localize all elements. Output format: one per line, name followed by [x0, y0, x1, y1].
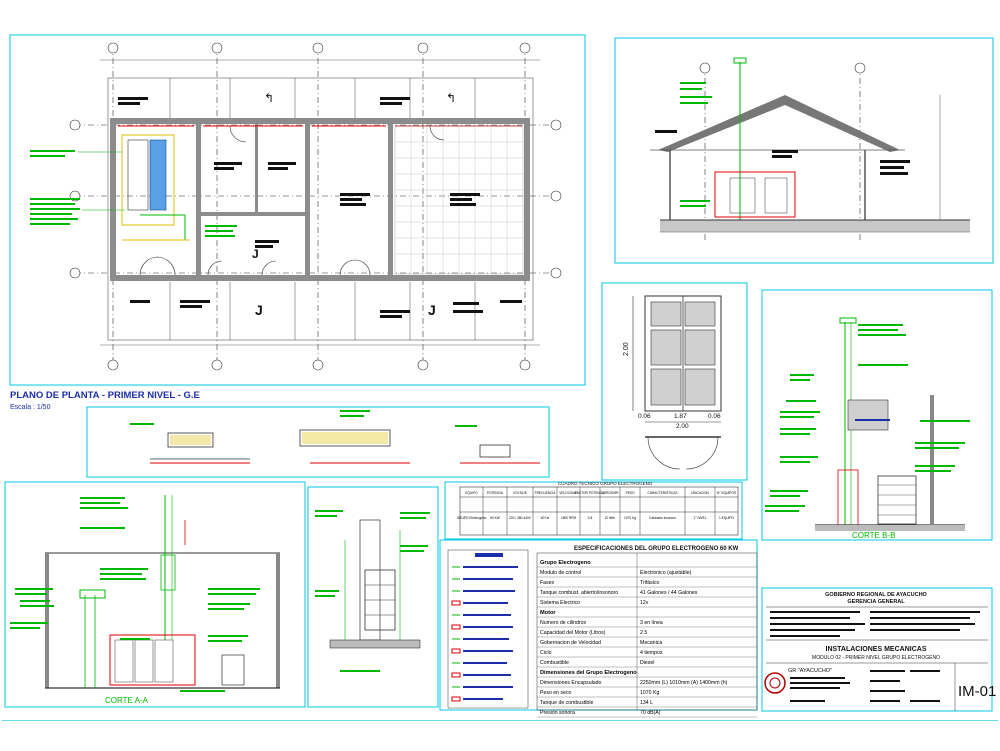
specs-label: Fases: [540, 580, 555, 586]
specs-label: Presión sonora: [540, 710, 575, 716]
equipment-header-cell: UBICACION: [691, 491, 709, 495]
specs-value: 2250mm (L) 1010mm (A) 1400mm (h): [640, 680, 728, 686]
plan-title: PLANO DE PLANTA - PRIMER NIVEL - G.E: [10, 390, 200, 401]
equipment-row-cell: 1800 RPM: [561, 516, 576, 520]
specs-label: Gobernacion de Velocidad: [540, 640, 601, 646]
door-width-dim: 2.00: [676, 423, 689, 430]
equipment-table-headers: EQUIPO POTENCIA VOLTAJE FRECUENCIA VELOCIDAD…: [465, 491, 736, 495]
equipment-header-cell: FRECUENCIA: [535, 491, 557, 495]
equipment-table-title: CUADRO TECNICO GRUPO ELECTROGENO: [558, 481, 653, 486]
title-government: GOBIERNO REGIONAL DE AYACUCHO: [825, 592, 927, 598]
specs-label: Tanque combust. abierto/insonoro: [540, 590, 618, 596]
equipment-table-panel: CUADRO TECNICO GRUPO ELECTROGENO EQUIPO P…: [444, 481, 743, 540]
plan-scale: Escala : 1/50: [10, 404, 51, 411]
drawing-sheet: ↰ ↰ J J J PLANO DE PLANTA - PRIMER NIVEL…: [2, 34, 998, 721]
specs-value: Mecanica: [640, 640, 662, 646]
title-region: GR "AYACUCHO": [788, 668, 832, 674]
equipment-header-cell: VOLTAJE: [513, 491, 527, 495]
equipment-header-cell: LITROS/HR: [601, 491, 619, 495]
svg-text:J: J: [428, 302, 436, 318]
title-discipline: INSTALACIONES MECANICAS: [826, 646, 927, 653]
equipment-row-cell: 1070 Kg: [624, 516, 636, 520]
legend-symbols: [451, 566, 518, 702]
equipment-table-row: GRUPO Electrogeno 60 KW 220 / 380-440V 60 H…: [457, 516, 735, 520]
specs-value: 134 L: [640, 700, 653, 706]
specs-label: Tanque de combustible: [540, 700, 593, 706]
specs-value: 1070 Kg: [640, 690, 659, 696]
svg-text:↰: ↰: [446, 91, 456, 105]
section-aa-panel: CORTE A-A: [4, 481, 306, 708]
equipment-row-cell: Cabinado Insonoro: [649, 516, 676, 520]
specs-section-heading: Motor: [540, 610, 556, 616]
section-bb-title: CORTE B-B: [852, 531, 895, 540]
equipment-row-cell: 0.8: [588, 516, 593, 520]
specs-value: Diesel: [640, 660, 654, 666]
equipment-row-cell: GRUPO Electrogeno: [457, 516, 487, 520]
svg-text:J: J: [252, 247, 259, 261]
equipment-header-cell: EQUIPO: [465, 491, 478, 495]
generator-plan: [121, 134, 190, 241]
specs-label: Peso en seco: [540, 690, 572, 696]
specs-value: 3 en línea: [640, 620, 663, 626]
door-dim-right: 0.06: [708, 413, 721, 420]
title-block: GOBIERNO REGIONAL DE AYACUCHO GERENCIA G…: [761, 587, 996, 712]
plan-green-notes: [30, 150, 237, 237]
equipment-header-cell: CARACTERISTICAS: [648, 491, 678, 495]
door-detail-panel: 2.00 0.06 1.87 0.06 2.00: [601, 282, 748, 481]
svg-text:↰: ↰: [264, 91, 274, 105]
equipment-row-cell: 1 EQUIPO: [719, 516, 735, 520]
specifications-panel: ESPECIFICACIONES DEL GRUPO ELECTROGENO 6…: [439, 539, 758, 718]
equipment-row-cell: 60 Hz: [541, 516, 550, 520]
door-dim-mid: 1.87: [674, 413, 687, 420]
specs-value: 41 Galones / 44 Galones: [640, 590, 698, 596]
svg-text:J: J: [255, 302, 263, 318]
specs-label: Combustible: [540, 660, 569, 666]
specs-value: 70 dB(A): [640, 710, 661, 716]
specs-label: Dimensiones Encapsulado: [540, 680, 602, 686]
section-aa-title: CORTE A-A: [105, 696, 149, 705]
specs-value: 2.5: [640, 630, 647, 636]
section-bb-panel: CORTE B-B: [761, 289, 993, 541]
elevation-panel: [614, 37, 994, 264]
specs-label: Numero de cilindros: [540, 620, 587, 626]
regional-seal: [764, 672, 786, 694]
specs-title: ESPECIFICACIONES DEL GRUPO ELECTROGENO 6…: [574, 546, 739, 552]
equipment-header-cell: POTENCIA: [487, 491, 504, 495]
specs-section-heading: Grupo Electrogeno: [540, 560, 591, 566]
title-management: GERENCIA GENERAL: [847, 599, 905, 605]
specs-table: Grupo Electrogeno Modulo de control Electr…: [537, 560, 757, 718]
specs-value: Trifásico: [640, 580, 660, 586]
equipment-header-cell: N° EQUIPOS: [717, 491, 736, 495]
specs-label: Capacidad del Motor (Litros): [540, 630, 606, 636]
equipment-row-cell: 1° NIVEL: [693, 516, 706, 520]
specs-label: Sistema Electrico: [540, 600, 580, 606]
specs-label: Ciclo: [540, 650, 552, 656]
grid-axes-top: [69, 42, 562, 371]
specs-label: Modulo de control: [540, 570, 581, 576]
floor-plan-panel: ↰ ↰ J J J PLANO DE PLANTA - PRIMER NIVEL…: [9, 34, 586, 411]
specs-value: 4 tiempos: [640, 650, 663, 656]
title-module: MODULO 02 - PRIMER NIVEL GRUPO ELECTROGE…: [812, 655, 940, 661]
tank-detail-panel: [307, 486, 439, 708]
specs-value: 12v: [640, 600, 649, 606]
equipment-row-cell: 60 KW: [490, 516, 500, 520]
equipment-row-cell: 220 / 380-440V: [509, 516, 532, 520]
specs-value: Electronico (ajustable): [640, 570, 692, 576]
equipment-header-cell: PESO: [626, 491, 635, 495]
foundation-details-panel: [86, 406, 550, 478]
sheet-code: IM-01: [958, 683, 996, 700]
door-height-dim: 2.00: [623, 342, 630, 356]
specs-section-heading: Dimensiones del Grupo Electrogeno: [540, 670, 637, 676]
door-dim-left: 0.06: [638, 413, 651, 420]
equipment-row-cell: 10 lit/hr: [605, 516, 616, 520]
